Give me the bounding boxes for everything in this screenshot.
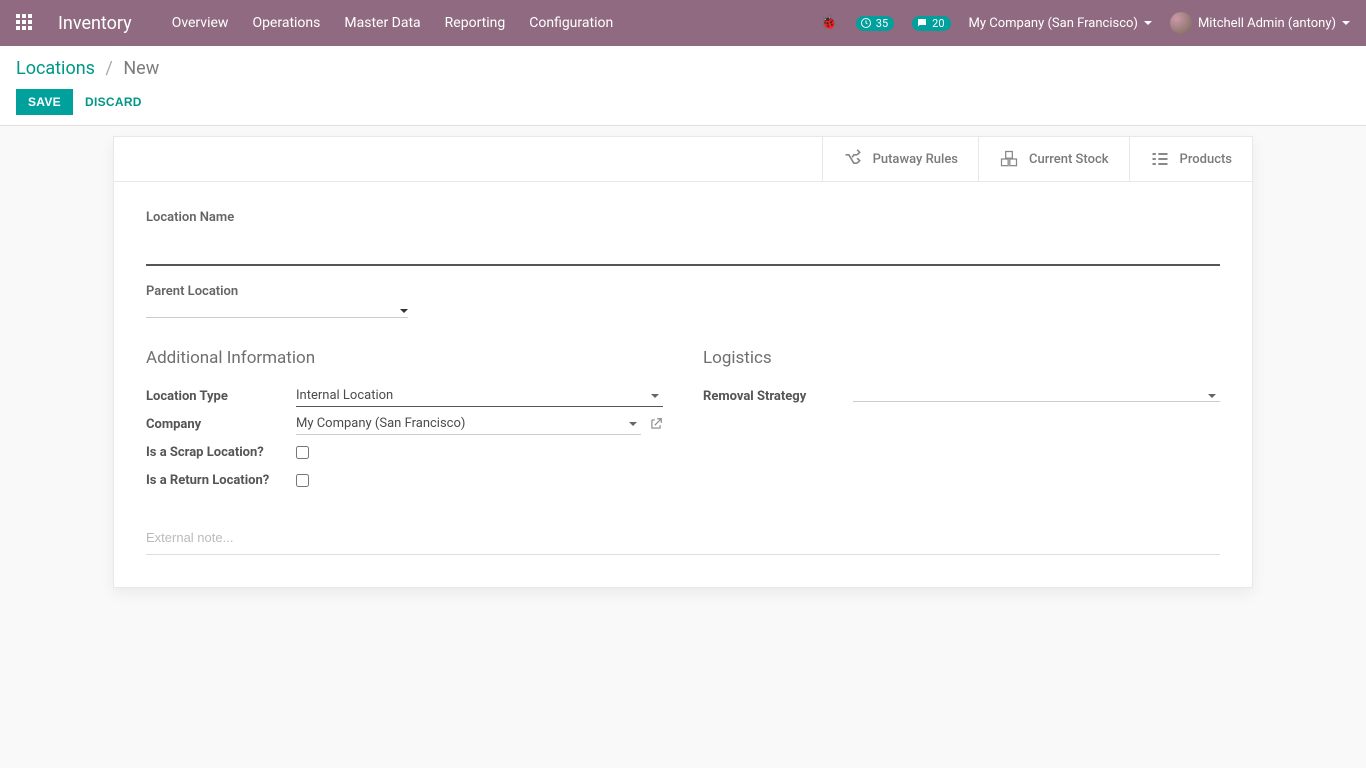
sheet-body: Location Name Parent Location Additional… xyxy=(114,182,1252,587)
stat-button-box: Putaway Rules Current Stock Products xyxy=(114,137,1252,182)
nav-overview[interactable]: Overview xyxy=(172,15,229,31)
row-company: Company My Company (San Francisco) xyxy=(146,410,663,438)
breadcrumb-current: New xyxy=(123,58,159,79)
user-name: Mitchell Admin (antony) xyxy=(1198,16,1336,31)
col-logistics: Logistics Removal Strategy xyxy=(703,348,1220,494)
company-name: My Company (San Francisco) xyxy=(969,16,1138,31)
messages-count: 20 xyxy=(932,17,944,30)
chat-icon xyxy=(916,17,928,29)
main-area: Putaway Rules Current Stock Products Loc… xyxy=(0,126,1366,628)
control-panel: Locations / New SAVE DISCARD xyxy=(0,46,1366,126)
row-return: Is a Return Location? xyxy=(146,466,663,494)
chevron-down-icon xyxy=(1144,21,1152,25)
section-additional-title: Additional Information xyxy=(146,348,663,368)
clock-icon xyxy=(860,17,872,29)
boxes-icon xyxy=(999,149,1019,169)
debug-icon[interactable]: 🐞 xyxy=(820,15,837,31)
app-brand[interactable]: Inventory xyxy=(58,13,132,34)
company-select[interactable]: My Company (San Francisco) xyxy=(296,413,641,435)
col-additional: Additional Information Location Type Int… xyxy=(146,348,663,494)
chevron-down-icon xyxy=(400,309,408,313)
return-label: Is a Return Location? xyxy=(146,473,296,488)
chevron-down-icon xyxy=(651,394,659,398)
nav-right: 🐞 35 20 My Company (San Francisco) Mitch… xyxy=(820,12,1350,34)
row-scrap: Is a Scrap Location? xyxy=(146,438,663,466)
location-name-label: Location Name xyxy=(146,210,1220,225)
row-removal: Removal Strategy xyxy=(703,382,1220,410)
company-value: My Company (San Francisco) xyxy=(296,416,465,431)
row-location-type: Location Type Internal Location xyxy=(146,382,663,410)
chevron-down-icon xyxy=(629,422,637,426)
activity-badge[interactable]: 35 xyxy=(856,16,894,31)
location-name-input[interactable] xyxy=(146,231,1220,266)
form-columns: Additional Information Location Type Int… xyxy=(146,348,1220,494)
company-switcher[interactable]: My Company (San Francisco) xyxy=(969,16,1152,31)
stat-products[interactable]: Products xyxy=(1129,137,1252,181)
discard-button[interactable]: DISCARD xyxy=(85,95,142,109)
shuffle-icon xyxy=(843,149,863,169)
external-link-icon[interactable] xyxy=(649,417,663,431)
nav-operations[interactable]: Operations xyxy=(252,15,320,31)
avatar xyxy=(1170,12,1192,34)
breadcrumb-root[interactable]: Locations xyxy=(16,58,95,79)
stat-products-label: Products xyxy=(1180,152,1232,167)
return-checkbox[interactable] xyxy=(296,474,309,487)
stat-putaway-rules[interactable]: Putaway Rules xyxy=(822,137,978,181)
location-type-select[interactable]: Internal Location xyxy=(296,385,663,407)
company-label: Company xyxy=(146,417,296,432)
activity-count: 35 xyxy=(876,17,888,30)
chevron-down-icon xyxy=(1342,21,1350,25)
list-icon xyxy=(1150,149,1170,169)
removal-label: Removal Strategy xyxy=(703,389,853,404)
nav-master-data[interactable]: Master Data xyxy=(344,15,420,31)
form-sheet: Putaway Rules Current Stock Products Loc… xyxy=(113,136,1253,588)
scrap-label: Is a Scrap Location? xyxy=(146,445,296,460)
stat-stock-label: Current Stock xyxy=(1029,152,1109,167)
parent-location-row: Parent Location xyxy=(146,284,1220,318)
breadcrumb: Locations / New xyxy=(16,58,1350,79)
save-button[interactable]: SAVE xyxy=(16,89,73,115)
parent-location-label: Parent Location xyxy=(146,284,1220,299)
parent-location-select[interactable] xyxy=(146,305,408,318)
section-logistics-title: Logistics xyxy=(703,348,1220,368)
note-row xyxy=(146,522,1220,555)
top-navbar: Inventory Overview Operations Master Dat… xyxy=(0,0,1366,46)
stat-putaway-label: Putaway Rules xyxy=(873,152,958,167)
location-type-value: Internal Location xyxy=(296,388,393,403)
nav-menu: Overview Operations Master Data Reportin… xyxy=(172,15,614,31)
user-menu[interactable]: Mitchell Admin (antony) xyxy=(1170,12,1350,34)
chevron-down-icon xyxy=(1208,394,1216,398)
action-row: SAVE DISCARD xyxy=(16,89,1350,115)
scrap-checkbox[interactable] xyxy=(296,446,309,459)
location-type-label: Location Type xyxy=(146,389,296,404)
external-note-input[interactable] xyxy=(146,530,1220,545)
stat-current-stock[interactable]: Current Stock xyxy=(978,137,1129,181)
nav-configuration[interactable]: Configuration xyxy=(529,15,613,31)
removal-select[interactable] xyxy=(853,391,1220,402)
apps-icon[interactable] xyxy=(16,14,34,32)
nav-reporting[interactable]: Reporting xyxy=(445,15,506,31)
breadcrumb-separator: / xyxy=(105,58,112,79)
messages-badge[interactable]: 20 xyxy=(912,16,950,31)
